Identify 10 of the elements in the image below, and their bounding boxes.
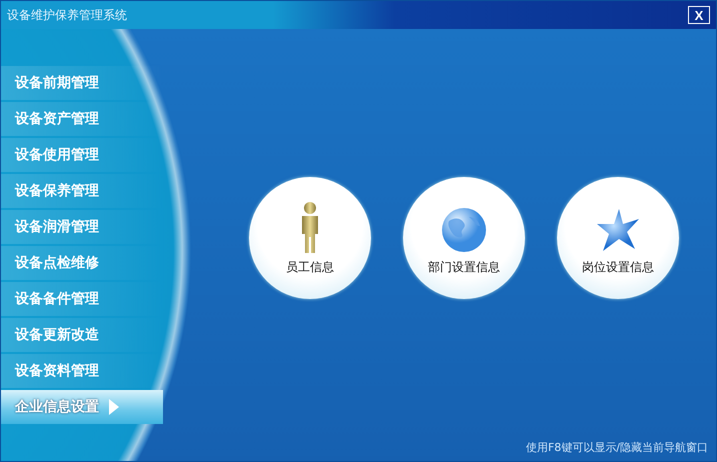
window-title: 设备维护保养管理系统 <box>7 6 127 24</box>
tile-button[interactable]: 员工信息 <box>249 177 371 299</box>
star-icon <box>595 206 641 252</box>
arrow-icon <box>109 399 119 415</box>
tile-button[interactable]: 岗位设置信息 <box>557 177 679 299</box>
close-button[interactable]: X <box>688 6 710 24</box>
sidebar-item[interactable]: 企业信息设置 <box>1 390 163 424</box>
status-hint: 使用F8键可以显示/隐藏当前导航窗口 <box>526 440 709 456</box>
tile-button[interactable]: 部门设置信息 <box>403 177 525 299</box>
globe-icon <box>441 206 487 252</box>
